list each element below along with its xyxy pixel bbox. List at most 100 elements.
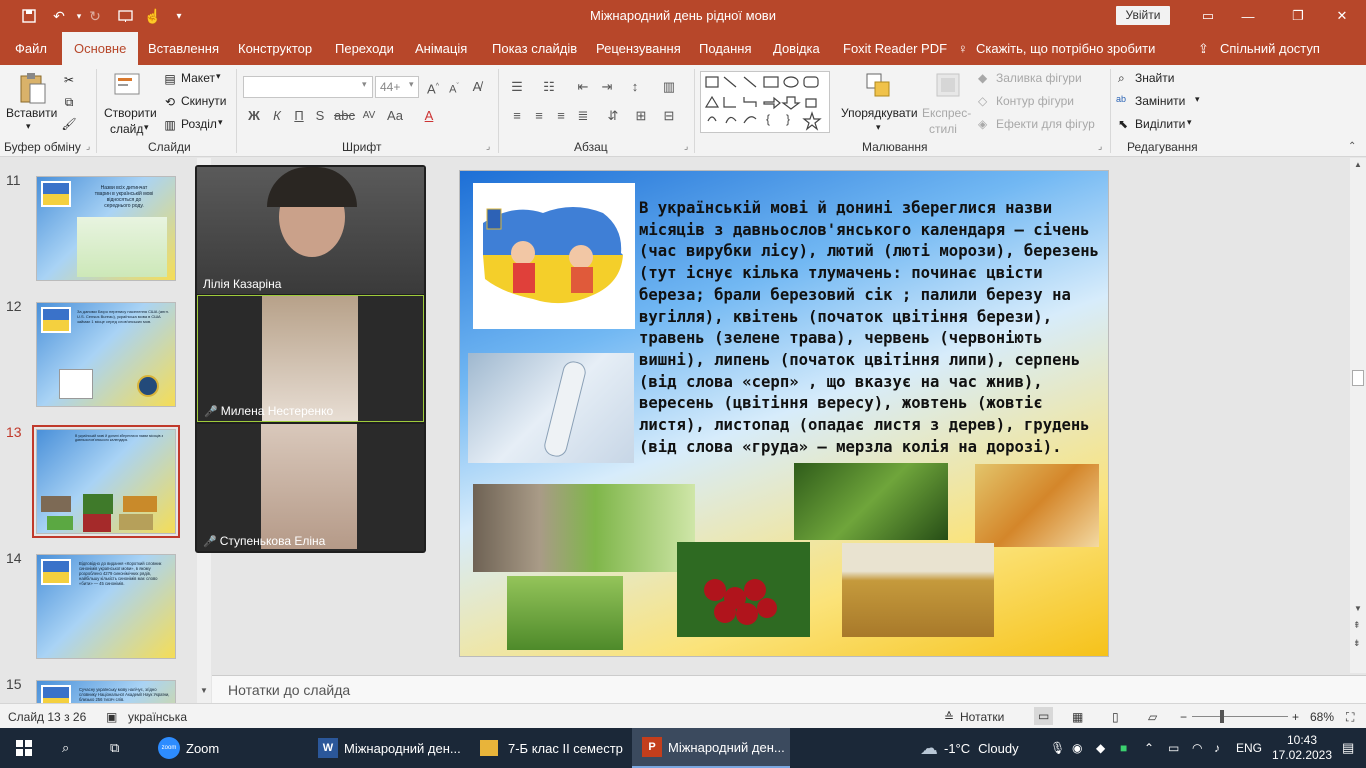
network-icon[interactable]: ▭: [1168, 728, 1179, 768]
reading-view-icon[interactable]: ▯: [1112, 710, 1119, 724]
tab-foxit[interactable]: Foxit Reader PDF: [843, 32, 947, 65]
zoom-taskbar-item[interactable]: zoom Zoom: [158, 728, 219, 768]
new-slide-dropdown-icon[interactable]: ▾: [144, 122, 149, 133]
slide-sorter-icon[interactable]: ▦: [1072, 710, 1083, 724]
slide-thumbnail-12[interactable]: За даними Бюро перепису населення США (а…: [36, 302, 176, 407]
change-case-icon[interactable]: Aa: [386, 107, 404, 125]
cut-icon[interactable]: ✂: [60, 71, 78, 89]
weather-widget[interactable]: ☁ -1°C Cloudy: [920, 728, 1019, 768]
tab-help[interactable]: Довідка: [773, 32, 820, 65]
shape-effects-icon[interactable]: ◈: [978, 117, 987, 131]
shape-effects-button[interactable]: Ефекти для фігур: [996, 117, 1095, 131]
char-spacing-icon[interactable]: AV: [360, 107, 378, 125]
font-color-icon[interactable]: A: [420, 107, 438, 125]
next-slide-icon[interactable]: ⇟: [1353, 638, 1361, 649]
select-icon[interactable]: ⬉: [1118, 117, 1128, 131]
clipboard-launcher-icon[interactable]: ⌟: [86, 141, 90, 152]
zoom-tray-icon[interactable]: ◉: [1072, 728, 1082, 768]
wifi-icon[interactable]: ◠: [1192, 728, 1202, 768]
replace-dropdown-icon[interactable]: ▾: [1195, 94, 1200, 105]
slide-thumbnail-15[interactable]: Сучасну українську мову налічує, згідно …: [36, 680, 176, 703]
section-dropdown-icon[interactable]: ▾: [218, 117, 223, 128]
find-icon[interactable]: ⌕: [1118, 71, 1125, 86]
align-left-icon[interactable]: ≡: [508, 107, 526, 125]
align-right-icon[interactable]: ≡: [552, 107, 570, 125]
format-painter-icon[interactable]: 🖌: [60, 115, 78, 133]
ribbon-display-options-icon[interactable]: ▭: [1188, 4, 1228, 28]
paste-dropdown-icon[interactable]: ▾: [26, 121, 31, 132]
previous-slide-icon[interactable]: ⇞: [1353, 620, 1361, 631]
slide-scrollbar[interactable]: ▲ ▼ ⇞ ⇟: [1350, 158, 1366, 673]
zoom-slider[interactable]: [1192, 716, 1288, 717]
arrange-icon[interactable]: [864, 71, 894, 101]
tab-slideshow[interactable]: Показ слайдів: [492, 32, 577, 65]
scroll-down-icon[interactable]: ▼: [1354, 604, 1362, 613]
slide-thumbnail-14[interactable]: Відповідно до видання «Короткий словник …: [36, 554, 176, 659]
shapes-gallery[interactable]: {}: [700, 71, 830, 133]
zoom-level[interactable]: 68%: [1310, 710, 1334, 724]
notes-placeholder[interactable]: Нотатки до слайда: [228, 682, 350, 698]
clock[interactable]: 10:43 17.02.2023: [1272, 728, 1332, 768]
zoom-out-icon[interactable]: −: [1180, 710, 1187, 724]
layout-dropdown-icon[interactable]: ▾: [216, 71, 221, 82]
collapse-ribbon-icon[interactable]: ⌃: [1348, 141, 1356, 152]
strikethrough-icon[interactable]: abc: [334, 107, 355, 125]
participant-video-2[interactable]: 🎤 Милена Нестеренко: [197, 295, 424, 422]
input-language[interactable]: ENG: [1236, 728, 1262, 768]
copy-icon[interactable]: ⧉: [60, 93, 78, 111]
notes-toggle[interactable]: Нотатки: [960, 710, 1004, 724]
layout-icon[interactable]: ▤: [162, 71, 178, 87]
slideshow-icon[interactable]: ▱: [1148, 710, 1157, 724]
shape-outline-icon[interactable]: ◇: [978, 94, 987, 108]
quick-styles-label-1[interactable]: Експрес-: [922, 106, 971, 120]
powerpoint-taskbar-item[interactable]: P Міжнародний ден...: [632, 728, 790, 768]
replace-button[interactable]: Замінити: [1135, 94, 1185, 108]
underline-icon[interactable]: П: [290, 107, 308, 125]
search-icon[interactable]: ⌕: [62, 728, 69, 768]
align-text-icon[interactable]: ⊞: [632, 107, 650, 125]
current-slide[interactable]: В українській мові й донині збереглися н…: [459, 170, 1109, 657]
font-name-combo[interactable]: [243, 76, 373, 98]
font-size-dropdown-icon[interactable]: ▾: [409, 79, 414, 90]
shape-outline-button[interactable]: Контур фігури: [996, 94, 1074, 108]
section-icon[interactable]: ▥: [162, 117, 178, 133]
scroll-down-icon[interactable]: ▼: [200, 686, 208, 695]
zoom-slider-thumb[interactable]: [1220, 710, 1224, 723]
select-dropdown-icon[interactable]: ▾: [1187, 117, 1192, 128]
tab-design[interactable]: Конструктор: [238, 32, 312, 65]
layout-button[interactable]: Макет: [181, 71, 215, 85]
volume-icon[interactable]: ♪: [1214, 728, 1220, 768]
show-hidden-icons-icon[interactable]: ⌃: [1144, 728, 1154, 768]
tray-app-icon[interactable]: ■: [1120, 728, 1127, 768]
numbering-icon[interactable]: ☷: [540, 78, 558, 96]
scroll-thumb[interactable]: [1352, 370, 1364, 386]
tray-app-icon[interactable]: ◆: [1096, 728, 1105, 768]
fit-to-window-icon[interactable]: ⛶: [1346, 710, 1354, 725]
new-slide-icon[interactable]: [112, 69, 144, 101]
zoom-in-icon[interactable]: +: [1292, 710, 1299, 724]
new-slide-label-1[interactable]: Створити: [104, 106, 157, 120]
tell-me-search[interactable]: Скажіть, що потрібно зробити: [976, 32, 1155, 65]
minimize-icon[interactable]: —: [1228, 4, 1268, 28]
line-spacing-icon[interactable]: ↕: [626, 78, 644, 96]
language-indicator[interactable]: українська: [128, 710, 187, 724]
explorer-taskbar-item[interactable]: 7-Б клас II семестр: [480, 728, 623, 768]
new-slide-label-2[interactable]: слайд: [110, 122, 143, 136]
find-button[interactable]: Знайти: [1135, 71, 1174, 85]
shape-fill-button[interactable]: Заливка фігури: [996, 71, 1082, 85]
tab-insert[interactable]: Вставлення: [148, 32, 219, 65]
quick-styles-label-2[interactable]: стилі: [929, 122, 957, 136]
tab-view[interactable]: Подання: [699, 32, 752, 65]
shadow-icon[interactable]: S: [311, 107, 329, 125]
share-icon[interactable]: ⇪: [1198, 32, 1209, 65]
decrease-font-icon[interactable]: Aˇ: [445, 78, 463, 96]
share-button[interactable]: Спільний доступ: [1220, 32, 1320, 65]
participant-video-1[interactable]: Лілія Казаріна: [197, 167, 424, 294]
bold-icon[interactable]: Ж: [245, 107, 263, 125]
task-view-icon[interactable]: ⧉: [110, 728, 119, 768]
tab-animations[interactable]: Анімація: [415, 32, 467, 65]
arrange-dropdown-icon[interactable]: ▾: [876, 122, 881, 133]
drawing-launcher-icon[interactable]: ⌟: [1098, 141, 1102, 152]
signin-button[interactable]: Увійти: [1116, 6, 1170, 25]
microphone-icon[interactable]: 🎙: [1050, 728, 1065, 768]
